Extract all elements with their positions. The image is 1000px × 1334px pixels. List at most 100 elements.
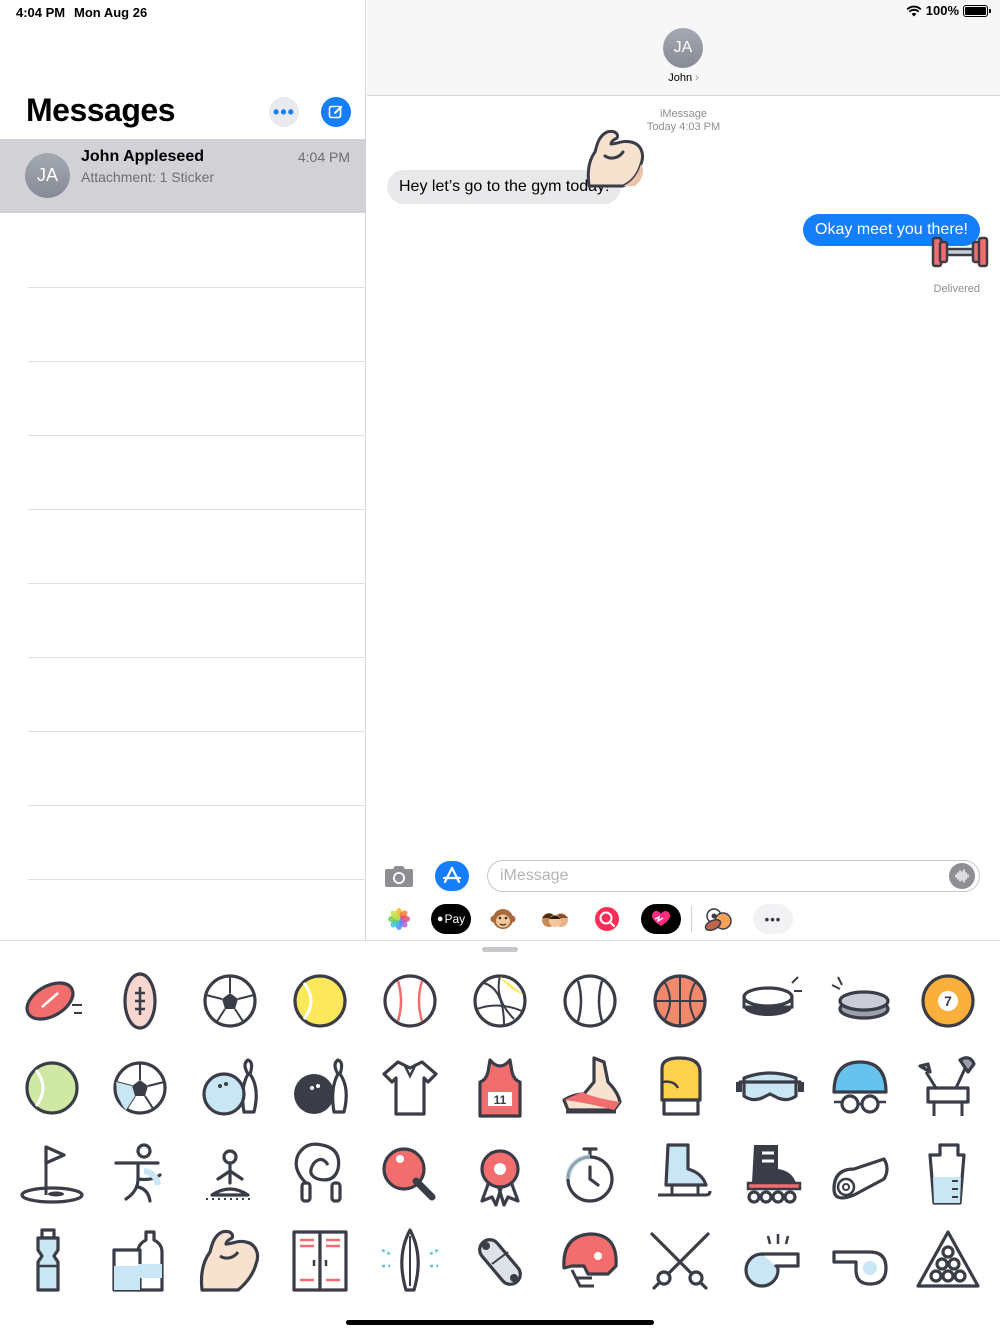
photos-app-button[interactable]: [379, 904, 419, 934]
waveform-icon: [955, 869, 969, 883]
billiard-rack-icon: [916, 1230, 980, 1288]
sticker-whistle[interactable]: [730, 1222, 810, 1302]
memoji-icon: [542, 913, 568, 927]
compose-button[interactable]: [321, 97, 351, 127]
photos-icon: [388, 908, 410, 930]
contact-avatar[interactable]: JA: [663, 28, 703, 68]
list-divider: [28, 435, 366, 436]
roller-skate-icon: [746, 1145, 802, 1204]
page-title: Messages: [26, 92, 175, 128]
sticker-soccer-ball[interactable]: [190, 961, 270, 1041]
app-drawer: ● Pay •••: [367, 900, 1000, 940]
sticker-golf-flag[interactable]: [12, 1135, 92, 1215]
sticker-football-helmet[interactable]: [550, 1222, 630, 1302]
dumbbell-sticker-icon[interactable]: [929, 234, 991, 270]
sticker-rugby-ball[interactable]: [100, 961, 180, 1041]
sticker-golf-clubs-bag[interactable]: [908, 1048, 988, 1128]
sports-stickers-icon: [704, 908, 732, 932]
sticker-fencing-swords[interactable]: [640, 1222, 720, 1302]
monkey-animoji-button[interactable]: [483, 904, 523, 934]
camera-icon[interactable]: [383, 862, 415, 890]
ellipsis-icon: •••: [273, 101, 295, 122]
sticker-billiard-ball-7[interactable]: 7: [908, 961, 988, 1041]
volleyball-icon: [473, 974, 527, 1028]
sticker-basketball[interactable]: [640, 961, 720, 1041]
sticker-jump-rope[interactable]: [280, 1135, 360, 1215]
sticker-hockey-puck[interactable]: [730, 961, 810, 1041]
list-divider: [28, 657, 366, 658]
status-date: Mon Aug 26: [74, 5, 148, 20]
sticker-ice-skate[interactable]: [640, 1135, 720, 1215]
sticker-polo-shirt[interactable]: [370, 1048, 450, 1128]
sticker-tennis-ball[interactable]: [280, 961, 360, 1041]
sticker-shaker-bottle[interactable]: [908, 1135, 988, 1215]
sticker-tennis-ball-green[interactable]: [12, 1048, 92, 1128]
sticker-basketball-jersey-11[interactable]: 11: [460, 1048, 540, 1128]
sticker-american-football[interactable]: [12, 961, 92, 1041]
sticker-boxing-glove[interactable]: [640, 1048, 720, 1128]
sticker-softball[interactable]: [550, 961, 630, 1041]
sticker-bowling-ball-pin-blue[interactable]: [190, 1048, 270, 1128]
conversation-time: 4:04 PM: [297, 149, 350, 165]
sticker-water-bottle[interactable]: [12, 1222, 92, 1302]
more-button[interactable]: •••: [269, 97, 299, 127]
golf-clubs-bag-icon: [918, 1056, 976, 1116]
lockers-icon: [292, 1230, 348, 1292]
sticker-yoga-pose[interactable]: [190, 1135, 270, 1215]
digital-touch-button[interactable]: [641, 904, 681, 934]
softball-icon: [563, 974, 617, 1028]
apple-pay-button[interactable]: ● Pay: [431, 904, 471, 934]
sticker-soccer-ball-blue[interactable]: [100, 1048, 180, 1128]
sticker-ping-pong-paddle[interactable]: [370, 1135, 450, 1215]
sticker-drawer: 7 11: [0, 940, 1000, 1334]
tennis-ball-green-icon: [25, 1061, 79, 1115]
sports-stickers-app-button[interactable]: [699, 904, 739, 934]
sticker-water-bottles[interactable]: [100, 1222, 180, 1302]
compose-icon: [328, 105, 343, 119]
sticker-baseball[interactable]: [370, 961, 450, 1041]
sticker-whistle-alt[interactable]: [820, 1222, 900, 1302]
sticker-hockey-puck-motion[interactable]: [820, 961, 900, 1041]
bowling-ball-pin-blue-icon: [202, 1058, 258, 1116]
home-indicator[interactable]: [346, 1320, 654, 1325]
monkey-icon: [490, 909, 516, 929]
status-time: 4:04 PM: [16, 5, 66, 20]
sticker-volleyball[interactable]: [460, 961, 540, 1041]
tennis-ball-icon: [293, 974, 347, 1028]
sticker-skateboard[interactable]: [460, 1222, 540, 1302]
contact-name-row[interactable]: John ›: [367, 72, 1000, 84]
more-apps-button[interactable]: •••: [753, 904, 793, 934]
flexed-biceps-sticker-icon[interactable]: [583, 126, 651, 192]
appstore-button[interactable]: [435, 861, 469, 891]
sticker-billiard-rack[interactable]: [908, 1222, 988, 1302]
gymnast-icon: [114, 1143, 162, 1203]
list-divider: [28, 509, 366, 510]
drawer-handle[interactable]: [482, 947, 518, 952]
memoji-button[interactable]: [535, 904, 575, 934]
flexed-biceps-icon: [199, 1229, 260, 1292]
sticker-stopwatch[interactable]: [550, 1135, 630, 1215]
sticker-lockers[interactable]: [280, 1222, 360, 1302]
image-search-button[interactable]: [587, 904, 627, 934]
boxing-glove-icon: [660, 1056, 702, 1116]
basketball-jersey-11-icon: 11: [478, 1058, 522, 1118]
sticker-roller-skate[interactable]: [730, 1135, 810, 1215]
ping-pong-paddle-icon: [382, 1147, 436, 1201]
conversation-row[interactable]: JA John Appleseed 4:04 PM Attachment: 1 …: [0, 139, 366, 213]
svg-text:11: 11: [494, 1093, 507, 1107]
sticker-yoga-mat[interactable]: [820, 1135, 900, 1215]
service-label: iMessage: [659, 108, 708, 120]
sticker-surfboard[interactable]: [370, 1222, 450, 1302]
message-input[interactable]: [487, 860, 980, 892]
audio-message-button[interactable]: [949, 863, 975, 889]
sticker-running-shoe[interactable]: [550, 1048, 630, 1128]
sticker-flexed-biceps[interactable]: [190, 1222, 270, 1302]
running-shoe-icon: [562, 1056, 622, 1114]
sticker-award-ribbon[interactable]: [460, 1135, 540, 1215]
image-search-icon: [595, 907, 619, 931]
avatar: JA: [25, 153, 70, 198]
sticker-swim-cap-goggles[interactable]: [820, 1048, 900, 1128]
sticker-bowling-ball-pin-dark[interactable]: [280, 1048, 360, 1128]
sticker-ski-goggles[interactable]: [730, 1048, 810, 1128]
sticker-gymnast[interactable]: [100, 1135, 180, 1215]
